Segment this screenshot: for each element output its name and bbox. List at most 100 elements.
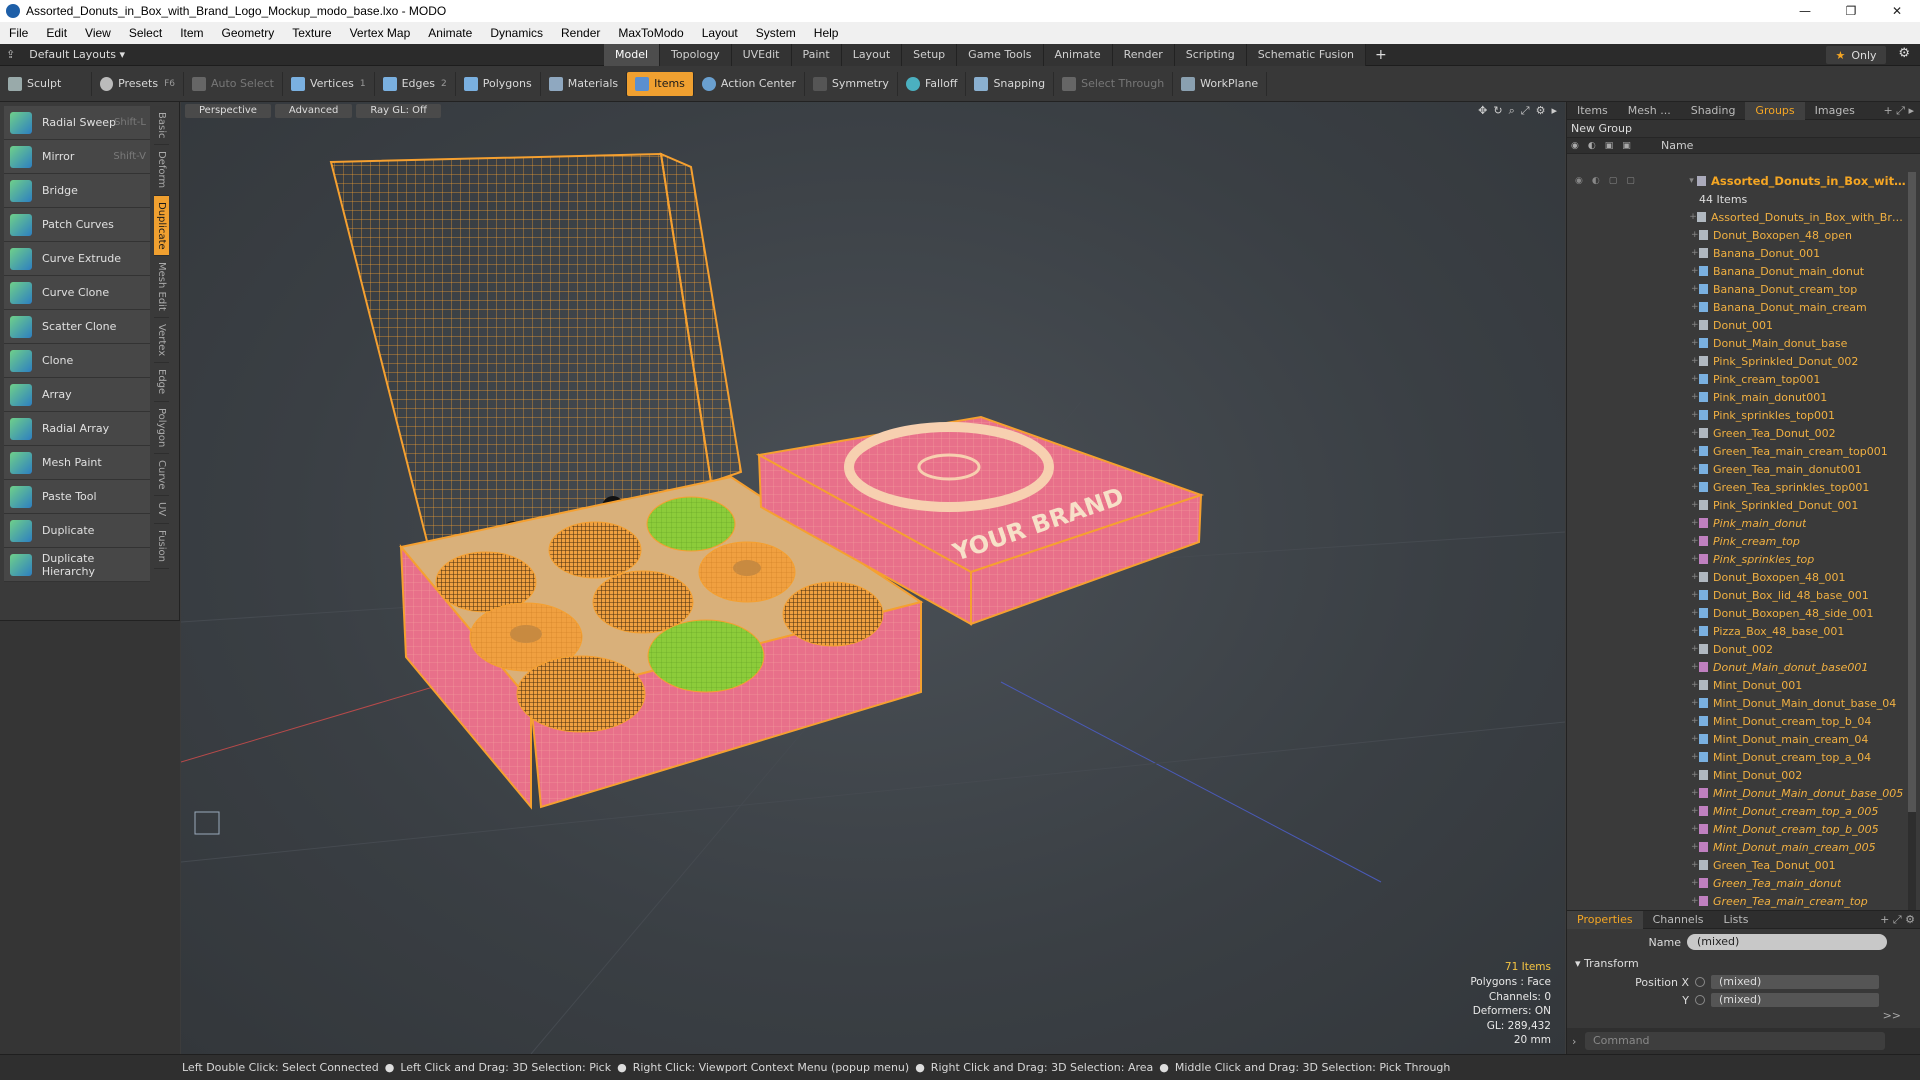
command-input[interactable]: Command <box>1585 1032 1885 1050</box>
advanced-button[interactable]: Advanced <box>274 104 353 118</box>
group-item-row[interactable]: + Mint_Donut_main_cream_04 <box>1567 730 1907 748</box>
group-item-row[interactable]: + Pink_sprinkles_top <box>1567 550 1907 568</box>
position-y-toggle[interactable] <box>1695 995 1705 1005</box>
polygons-button[interactable]: Polygons <box>456 71 541 96</box>
group-item-row[interactable]: + Pink_Sprinkled_Donut_001 <box>1567 496 1907 514</box>
tool-duplicate[interactable]: Duplicate <box>4 514 150 548</box>
expand-icon[interactable]: + <box>1691 356 1699 366</box>
group-item-row[interactable]: + Green_Tea_main_donut <box>1567 874 1907 892</box>
symmetry-button[interactable]: Symmetry <box>805 71 898 96</box>
vtab-vertex[interactable]: Vertex <box>154 318 169 364</box>
tool-duplicate-hierarchy[interactable]: Duplicate Hierarchy <box>4 548 150 582</box>
group-item-row[interactable]: + Pink_cream_top001 <box>1567 370 1907 388</box>
render-icon[interactable]: ◐ <box>1588 141 1596 151</box>
name-input[interactable]: (mixed) <box>1687 934 1887 950</box>
menu-geometry[interactable]: Geometry <box>213 22 284 44</box>
tab-shading[interactable]: Shading <box>1681 102 1746 120</box>
position-x-toggle[interactable] <box>1695 977 1705 987</box>
group-item-row[interactable]: + Pink_main_donut001 <box>1567 388 1907 406</box>
menu-animate[interactable]: Animate <box>419 22 481 44</box>
expand-icon[interactable]: + <box>1691 446 1699 456</box>
transform-section[interactable]: ▾ Transform <box>1567 955 1920 973</box>
auto-select-button[interactable]: Auto Select <box>184 71 283 96</box>
group-item-row[interactable]: + Pink_Sprinkled_Donut_002 <box>1567 352 1907 370</box>
expand-icon[interactable]: + <box>1691 608 1699 618</box>
vtab-uv[interactable]: UV <box>154 496 169 524</box>
expand-icon[interactable]: + <box>1689 212 1697 222</box>
tool-array[interactable]: Array <box>4 378 150 412</box>
expand-icon[interactable]: + <box>1691 896 1699 906</box>
group-item-row[interactable]: + Pizza_Box_48_base_001 <box>1567 622 1907 640</box>
maximize-button[interactable]: ❐ <box>1828 0 1874 22</box>
only-toggle[interactable]: ★ Only <box>1826 46 1886 64</box>
fit-icon[interactable]: ⤢ <box>1521 104 1530 118</box>
sculpt-button[interactable]: Sculpt <box>0 71 92 96</box>
layouts-dropdown[interactable]: ⇪ Default Layouts ▾ <box>0 44 600 66</box>
expand-icon[interactable]: + <box>1691 842 1699 852</box>
group-item-row[interactable]: + Mint_Donut_Main_donut_base_04 <box>1567 694 1907 712</box>
vtab-basic[interactable]: Basic <box>154 106 169 146</box>
group-item-row[interactable]: + Pink_main_donut <box>1567 514 1907 532</box>
vtab-duplicate[interactable]: Duplicate <box>154 195 169 257</box>
expand-icon[interactable]: + <box>1691 536 1699 546</box>
group-item-row[interactable]: + Green_Tea_Donut_002 <box>1567 424 1907 442</box>
lock-icon[interactable]: ▢ <box>1609 176 1618 186</box>
tab-lists[interactable]: Lists <box>1714 911 1759 929</box>
expand-icon[interactable]: + <box>1691 716 1699 726</box>
tab-setup[interactable]: Setup <box>902 44 958 66</box>
viewport-gear-icon[interactable]: ⚙ <box>1536 104 1546 118</box>
eye-icon[interactable]: ◉ <box>1575 176 1583 186</box>
tab-scripting[interactable]: Scripting <box>1174 44 1247 66</box>
menu-file[interactable]: File <box>0 22 37 44</box>
raygl-button[interactable]: Ray GL: Off <box>356 104 441 118</box>
group-item-row[interactable]: + Banana_Donut_cream_top <box>1567 280 1907 298</box>
expand-icon[interactable]: + <box>1691 464 1699 474</box>
tab-items[interactable]: Items <box>1567 102 1618 120</box>
group-item-row[interactable]: + Donut_Boxopen_48_side_001 <box>1567 604 1907 622</box>
tool-radial-sweep[interactable]: Radial Sweep Shift-L <box>4 106 150 140</box>
expand-icon[interactable]: + <box>1691 230 1699 240</box>
vtab-polygon[interactable]: Polygon <box>154 402 169 454</box>
name-column-header[interactable]: Name <box>1661 139 1693 152</box>
expand-icon[interactable]: + <box>1691 662 1699 672</box>
group-item-row[interactable]: + Banana_Donut_main_donut <box>1567 262 1907 280</box>
items-button[interactable]: Items <box>627 71 694 96</box>
tab-channels[interactable]: Channels <box>1643 911 1714 929</box>
snapping-button[interactable]: Snapping <box>966 71 1055 96</box>
group-item-row[interactable]: + Donut_Boxopen_48_open <box>1567 226 1907 244</box>
pan-icon[interactable]: ✥ <box>1478 104 1487 118</box>
expand-icon[interactable]: + <box>1691 572 1699 582</box>
menu-view[interactable]: View <box>76 22 120 44</box>
tab-layout[interactable]: Layout <box>841 44 903 66</box>
tool-paste-tool[interactable]: Paste Tool <box>4 480 150 514</box>
vtab-deform[interactable]: Deform <box>154 145 169 196</box>
rotate-icon[interactable]: ↻ <box>1493 104 1502 118</box>
group-item-row[interactable]: + Banana_Donut_001 <box>1567 244 1907 262</box>
expand-icon[interactable]: + <box>1691 338 1699 348</box>
perspective-button[interactable]: Perspective <box>185 104 271 118</box>
expand-icon[interactable]: + <box>1691 248 1699 258</box>
menu-item[interactable]: Item <box>171 22 212 44</box>
expand-icon[interactable]: + <box>1691 392 1699 402</box>
group-item-row[interactable]: + Mint_Donut_main_cream_005 <box>1567 838 1907 856</box>
expand-icon[interactable]: + <box>1691 788 1699 798</box>
tab-images[interactable]: Images <box>1805 102 1865 120</box>
tab-game-tools[interactable]: Game Tools <box>957 44 1044 66</box>
expand-icon[interactable]: + <box>1691 752 1699 762</box>
new-group-button[interactable]: New Group <box>1567 120 1920 138</box>
select-icon[interactable]: ▣ <box>1622 141 1631 151</box>
tab-model[interactable]: Model <box>604 44 661 66</box>
expand-icon[interactable]: + <box>1691 590 1699 600</box>
workplane-button[interactable]: WorkPlane <box>1173 71 1268 96</box>
group-item-row[interactable]: + Green_Tea_main_cream_top001 <box>1567 442 1907 460</box>
menu-help[interactable]: Help <box>805 22 848 44</box>
tab-mesh[interactable]: Mesh ... <box>1618 102 1681 120</box>
menu-edit[interactable]: Edit <box>37 22 76 44</box>
group-item-row[interactable]: + Donut_001 <box>1567 316 1907 334</box>
expand-icon[interactable]: + <box>1691 482 1699 492</box>
menu-dynamics[interactable]: Dynamics <box>481 22 552 44</box>
tab-paint[interactable]: Paint <box>791 44 842 66</box>
expand-icon[interactable]: + <box>1691 734 1699 744</box>
vtab-fusion[interactable]: Fusion <box>154 524 169 569</box>
expand-icon[interactable]: + <box>1691 644 1699 654</box>
